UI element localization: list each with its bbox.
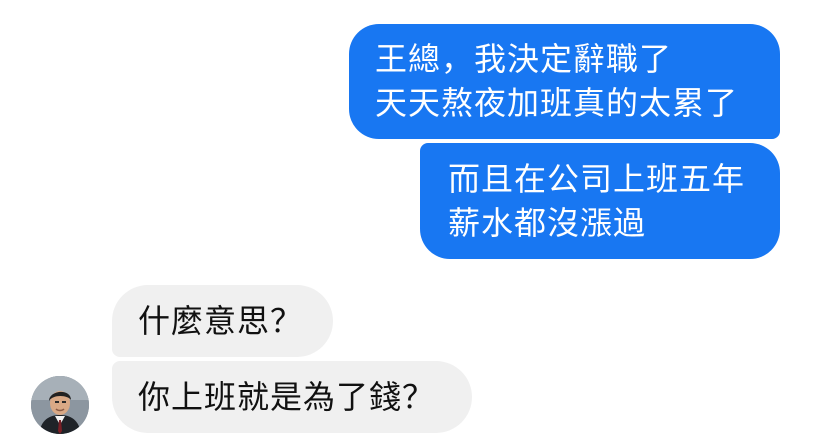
message-text-line: 什麼意思？ <box>138 302 304 340</box>
message-text-line: 薪水都沒漲過 <box>448 204 647 242</box>
sender-avatar[interactable] <box>31 376 89 434</box>
message-text-line: 王總，我決定辭職了 <box>375 40 673 78</box>
outgoing-message-bubble[interactable]: 王總，我決定辭職了 天天熬夜加班真的太累了 <box>349 24 780 139</box>
message-text-line: 你上班就是為了錢？ <box>138 378 436 416</box>
incoming-message-bubble[interactable]: 什麼意思？ <box>112 285 333 357</box>
message-text-line: 天天熬夜加班真的太累了 <box>375 84 739 122</box>
incoming-message-bubble[interactable]: 你上班就是為了錢？ <box>112 361 472 433</box>
message-text-line: 而且在公司上班五年 <box>448 160 746 198</box>
person-avatar-icon <box>31 376 89 434</box>
chat-conversation: 王總，我決定辭職了 天天熬夜加班真的太累了 而且在公司上班五年 薪水都沒漲過 什… <box>0 0 828 444</box>
outgoing-message-bubble[interactable]: 而且在公司上班五年 薪水都沒漲過 <box>420 143 780 259</box>
